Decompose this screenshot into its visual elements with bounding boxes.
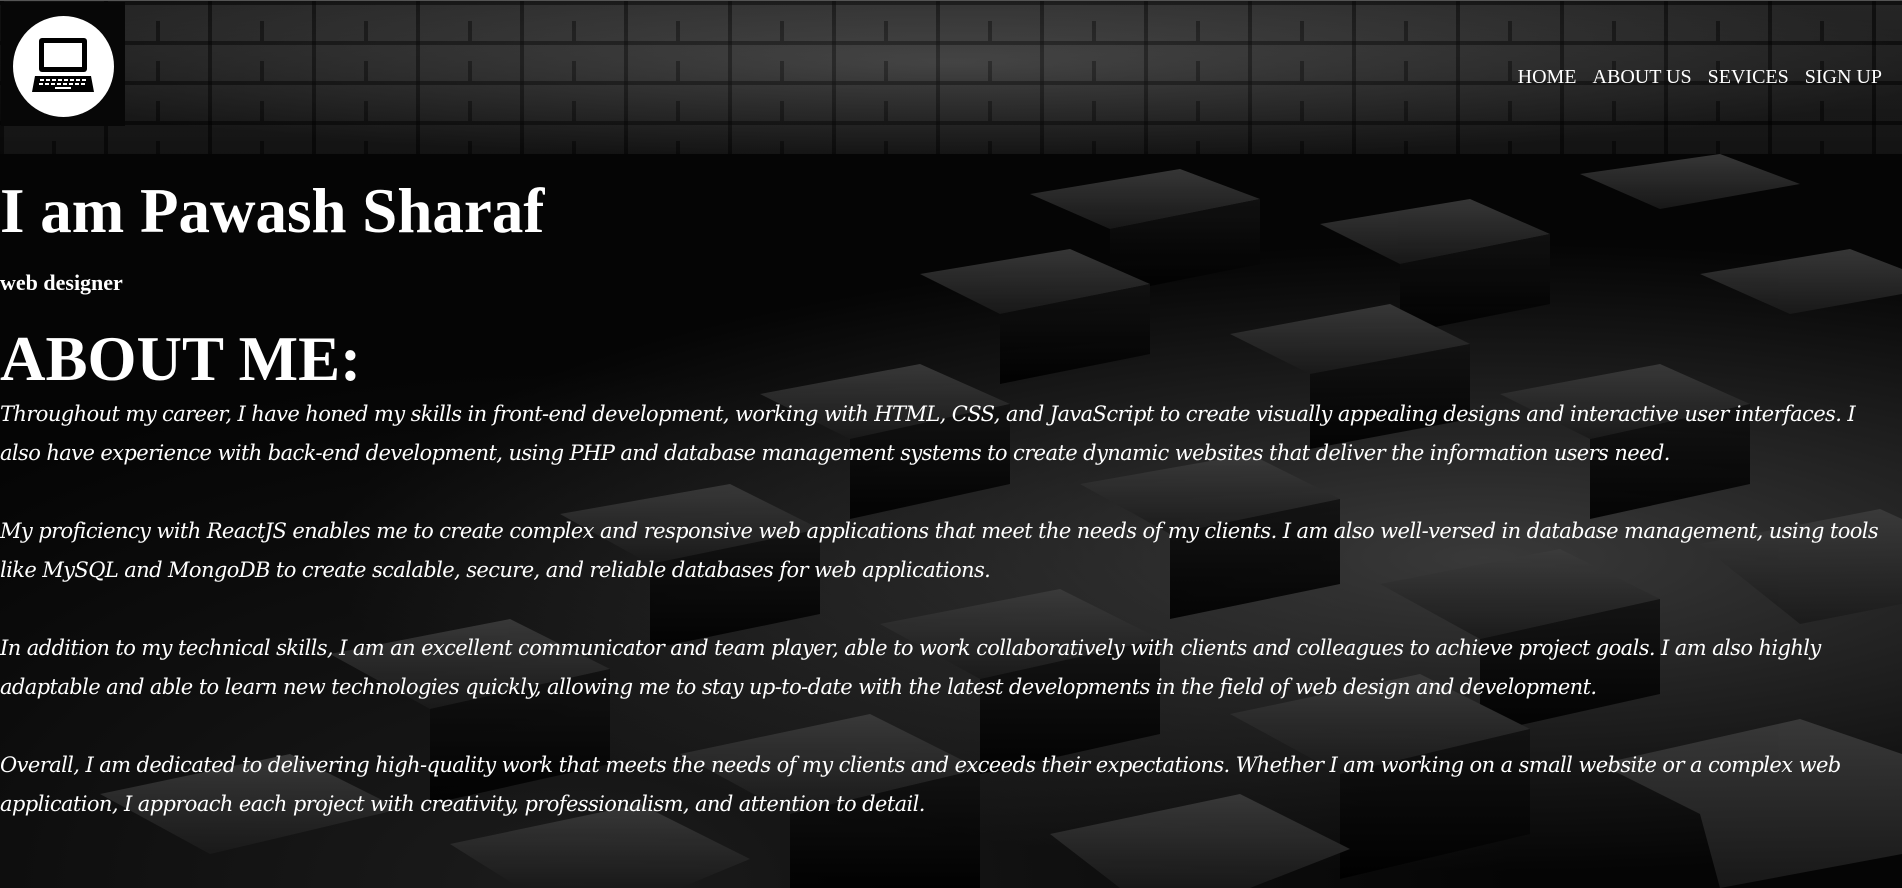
laptop-icon [32,38,94,92]
nav-about-us[interactable]: ABOUT US [1593,65,1692,89]
about-paragraph: My proficiency with ReactJS enables me t… [0,519,1879,582]
about-heading: ABOUT ME: [0,324,362,394]
main-nav: HOME ABOUT US SEVICES SIGN UP [1518,65,1882,89]
about-text: Throughout my career, I have honed my sk… [0,395,1898,863]
nav-services[interactable]: SEVICES [1708,65,1789,89]
about-paragraph: Throughout my career, I have honed my sk… [0,402,1856,465]
nav-sign-up[interactable]: SIGN UP [1805,65,1882,89]
role-subtitle: web designer [0,270,123,295]
about-paragraph: In addition to my technical skills, I am… [0,636,1821,699]
logo-container [1,2,125,126]
page-title: I am Pawash Sharaf [0,176,545,246]
logo[interactable] [13,16,114,117]
nav-home[interactable]: HOME [1518,65,1577,89]
site-header: HOME ABOUT US SEVICES SIGN UP [0,0,1902,155]
about-paragraph: Overall, I am dedicated to delivering hi… [0,753,1841,816]
